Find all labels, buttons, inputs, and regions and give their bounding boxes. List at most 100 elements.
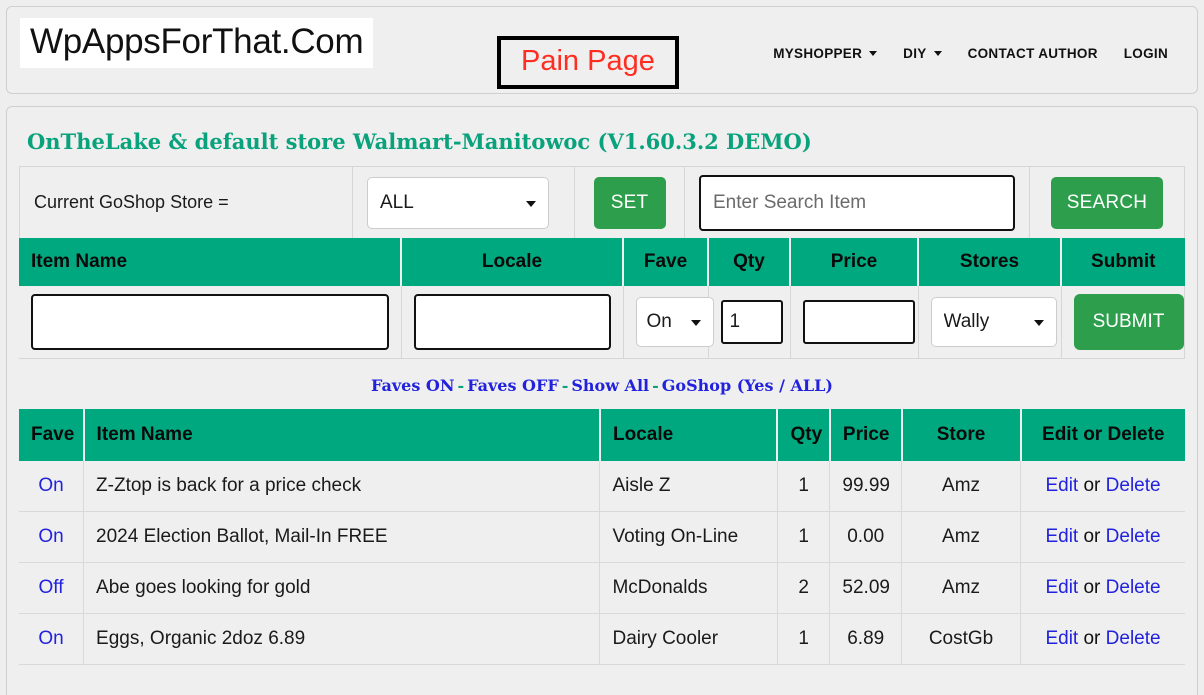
cell-locale: Aisle Z bbox=[599, 460, 778, 512]
page-badge-text: Pain Page bbox=[521, 45, 655, 77]
site-header: WpAppsForThat.Com Pain Page MYSHOPPER DI… bbox=[6, 6, 1198, 94]
site-logo-text: WpAppsForThat.Com bbox=[30, 22, 364, 61]
qty-input[interactable] bbox=[720, 299, 783, 344]
search-button-cell: SEARCH bbox=[1030, 167, 1184, 238]
nav-item-label: CONTACT AUTHOR bbox=[967, 46, 1098, 61]
fave-toggle-link[interactable]: On bbox=[38, 475, 63, 496]
col-header-edit-delete: Edit or Delete bbox=[1020, 408, 1185, 461]
form-header-price: Price bbox=[790, 238, 919, 286]
search-input[interactable] bbox=[699, 174, 1015, 231]
cell-store: Amz bbox=[901, 511, 1022, 563]
delete-link[interactable]: Delete bbox=[1106, 577, 1161, 598]
link-faves-off[interactable]: Faves OFF bbox=[467, 376, 559, 395]
locale-input[interactable] bbox=[413, 293, 611, 350]
cell-edit-delete: Edit or Delete bbox=[1020, 460, 1185, 512]
site-logo[interactable]: WpAppsForThat.Com bbox=[20, 18, 374, 68]
table-row: On Z-Ztop is back for a price check Aisle … bbox=[19, 460, 1185, 512]
link-separator: - bbox=[561, 375, 569, 395]
nav-item-diy[interactable]: DIY bbox=[890, 46, 954, 61]
main-panel: OnTheLake & default store Walmart-Manito… bbox=[6, 106, 1198, 695]
cell-locale: Dairy Cooler bbox=[599, 613, 778, 665]
cell-fave: On bbox=[19, 511, 85, 563]
filter-links: Faves ON - Faves OFF - Show All - GoShop (Yes … bbox=[19, 359, 1185, 409]
table-row: On 2024 Election Ballot, Mail-In FREE Voti… bbox=[19, 511, 1185, 563]
cell-edit-delete: Edit or Delete bbox=[1020, 562, 1185, 614]
stores-select[interactable]: Wally bbox=[930, 296, 1057, 347]
edit-link[interactable]: Edit bbox=[1045, 475, 1078, 496]
nav-item-myshopper[interactable]: MYSHOPPER bbox=[760, 46, 890, 61]
fave-select[interactable]: On bbox=[635, 296, 714, 347]
or-text: or bbox=[1083, 474, 1101, 496]
cell-store: Amz bbox=[901, 562, 1022, 614]
form-header-fave: Fave bbox=[623, 238, 709, 286]
edit-link[interactable]: Edit bbox=[1045, 628, 1078, 649]
cell-item-name: 2024 Election Ballot, Mail-In FREE bbox=[83, 511, 601, 563]
or-text: or bbox=[1083, 628, 1101, 649]
cell-price: 0.00 bbox=[829, 511, 903, 563]
current-store-cell: Current GoShop Store = bbox=[20, 167, 353, 238]
cell-price: 99.99 bbox=[829, 460, 903, 512]
main-nav: MYSHOPPER DIY CONTACT AUTHOR LOGIN bbox=[760, 46, 1181, 61]
search-button[interactable]: SEARCH bbox=[1051, 176, 1163, 229]
col-header-qty: Qty bbox=[777, 408, 831, 461]
submit-button[interactable]: SUBMIT bbox=[1073, 293, 1184, 350]
cell-item-name: Z-Ztop is back for a price check bbox=[83, 460, 601, 512]
link-separator: - bbox=[652, 375, 659, 395]
delete-link[interactable]: Delete bbox=[1106, 526, 1161, 547]
store-select[interactable]: ALL bbox=[367, 176, 549, 229]
delete-link[interactable]: Delete bbox=[1106, 475, 1161, 496]
cell-qty: 1 bbox=[777, 613, 831, 665]
page-badge: Pain Page bbox=[497, 36, 679, 89]
cell-edit-delete: Edit or Delete bbox=[1020, 511, 1185, 563]
form-input-row: On Wally bbox=[19, 286, 1185, 359]
page-root: WpAppsForThat.Com Pain Page MYSHOPPER DI… bbox=[0, 6, 1204, 695]
form-header-stores: Stores bbox=[918, 238, 1062, 286]
edit-link[interactable]: Edit bbox=[1045, 526, 1078, 547]
set-button[interactable]: SET bbox=[593, 176, 666, 229]
cell-fave: On bbox=[19, 460, 85, 512]
nav-item-contact-author[interactable]: CONTACT AUTHOR bbox=[955, 46, 1111, 61]
cell-locale: Voting On-Line bbox=[599, 511, 778, 563]
link-faves-on[interactable]: Faves ON bbox=[371, 376, 454, 395]
fave-toggle-link[interactable]: Off bbox=[39, 577, 64, 598]
form-cell-locale bbox=[400, 286, 624, 359]
col-header-locale: Locale bbox=[599, 408, 779, 461]
nav-item-label: MYSHOPPER bbox=[773, 46, 863, 61]
delete-link[interactable]: Delete bbox=[1106, 628, 1161, 649]
form-cell-stores: Wally bbox=[917, 286, 1062, 359]
price-input[interactable] bbox=[802, 299, 915, 344]
search-input-cell bbox=[685, 167, 1030, 238]
set-button-cell: SET bbox=[575, 167, 685, 238]
cell-fave: Off bbox=[19, 562, 85, 614]
cell-store: CostGb bbox=[901, 613, 1022, 665]
store-title: OnTheLake & default store Walmart-Manito… bbox=[27, 129, 812, 154]
form-header-row: Item Name Locale Fave Qty Price Stores S… bbox=[19, 238, 1185, 286]
cell-fave: On bbox=[19, 613, 85, 665]
form-header-submit: Submit bbox=[1061, 238, 1185, 286]
nav-item-login[interactable]: LOGIN bbox=[1111, 46, 1181, 61]
edit-link[interactable]: Edit bbox=[1045, 577, 1078, 598]
form-header-qty: Qty bbox=[708, 238, 791, 286]
link-goshop[interactable]: GoShop (Yes / ALL) bbox=[662, 376, 833, 395]
cell-item-name: Eggs, Organic 2doz 6.89 bbox=[83, 613, 601, 665]
store-toolbar: Current GoShop Store = ALL SET SEARCH bbox=[19, 166, 1185, 238]
form-cell-item-name bbox=[19, 286, 402, 359]
form-cell-fave: On bbox=[622, 286, 714, 359]
col-header-fave: Fave bbox=[19, 408, 85, 461]
items-table-body: On Z-Ztop is back for a price check Aisle … bbox=[19, 460, 1185, 665]
or-text: or bbox=[1083, 577, 1101, 598]
items-header-row: Fave Item Name Locale Qty Price Store Ed… bbox=[19, 408, 1185, 461]
nav-item-label: LOGIN bbox=[1123, 46, 1168, 61]
form-cell-price bbox=[789, 286, 919, 359]
items-table: Fave Item Name Locale Qty Price Store Ed… bbox=[19, 408, 1185, 665]
cell-qty: 1 bbox=[777, 460, 831, 512]
form-header-item-name: Item Name bbox=[19, 238, 402, 286]
form-cell-qty bbox=[707, 286, 791, 359]
current-store-label: Current GoShop Store = bbox=[34, 192, 229, 212]
fave-toggle-link[interactable]: On bbox=[38, 526, 63, 547]
link-show-all[interactable]: Show All bbox=[571, 376, 649, 395]
cell-qty: 1 bbox=[777, 511, 831, 563]
item-name-input[interactable] bbox=[31, 293, 389, 350]
fave-toggle-link[interactable]: On bbox=[38, 628, 63, 649]
fave-select-wrap: On bbox=[635, 296, 714, 347]
